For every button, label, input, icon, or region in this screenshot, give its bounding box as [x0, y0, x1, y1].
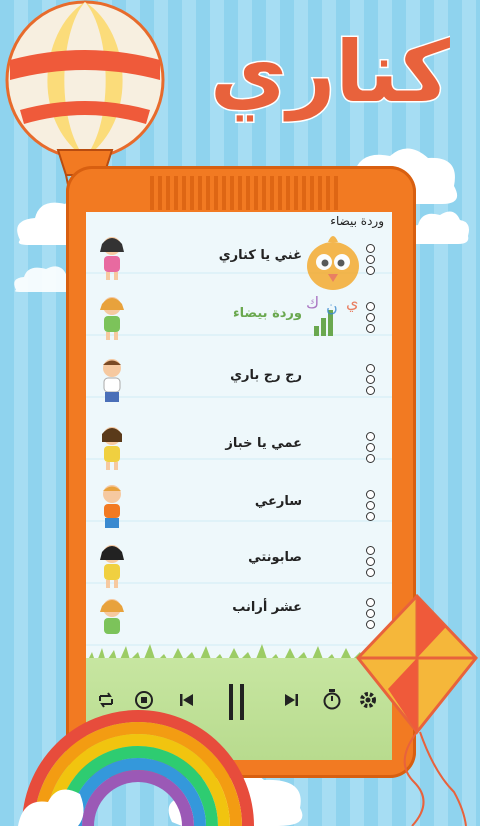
canary-mascot-illustration: ك ن ي — [306, 236, 359, 316]
song-options-icon[interactable] — [366, 490, 376, 523]
song-title: غني يا كناري — [218, 248, 302, 263]
timer-icon[interactable] — [322, 688, 342, 710]
song-row-ammi-ya-khabbaz[interactable]: عمي يا خباز — [86, 416, 392, 476]
speaker-grille — [150, 176, 340, 210]
girl-avatar-icon — [100, 237, 124, 280]
boy-avatar-icon — [103, 359, 121, 402]
song-options-icon[interactable] — [366, 546, 376, 579]
song-title: صابونتي — [248, 550, 302, 565]
song-row-sabunati[interactable]: صابونتي — [86, 534, 392, 594]
song-title: سارعي — [254, 494, 302, 509]
song-title: عمي يا خباز — [225, 436, 302, 451]
song-row-raj-raj-bari[interactable]: رج رج باري — [86, 348, 392, 408]
next-icon[interactable] — [282, 692, 300, 708]
song-title: وردة بيضاء — [233, 306, 302, 321]
boy-avatar-icon — [103, 485, 121, 528]
svg-text:ي: ي — [346, 293, 359, 313]
song-row-sariʿi[interactable]: سارعي — [86, 474, 392, 534]
girl-avatar-icon — [100, 545, 124, 588]
svg-text:ن: ن — [326, 297, 338, 316]
song-options-icon[interactable] — [366, 432, 376, 465]
svg-text:ك: ك — [306, 293, 319, 312]
girl-avatar-icon — [102, 427, 122, 470]
song-options-icon[interactable] — [366, 364, 376, 397]
girl-avatar-icon — [100, 297, 124, 340]
logo-text: كناري — [210, 23, 450, 122]
kite-illustration — [356, 593, 478, 826]
song-title: رج رج باري — [230, 368, 302, 383]
rainbow-illustration — [18, 710, 254, 826]
song-title: عشر أرانب — [232, 600, 302, 615]
app-logo: كناري — [208, 22, 450, 124]
